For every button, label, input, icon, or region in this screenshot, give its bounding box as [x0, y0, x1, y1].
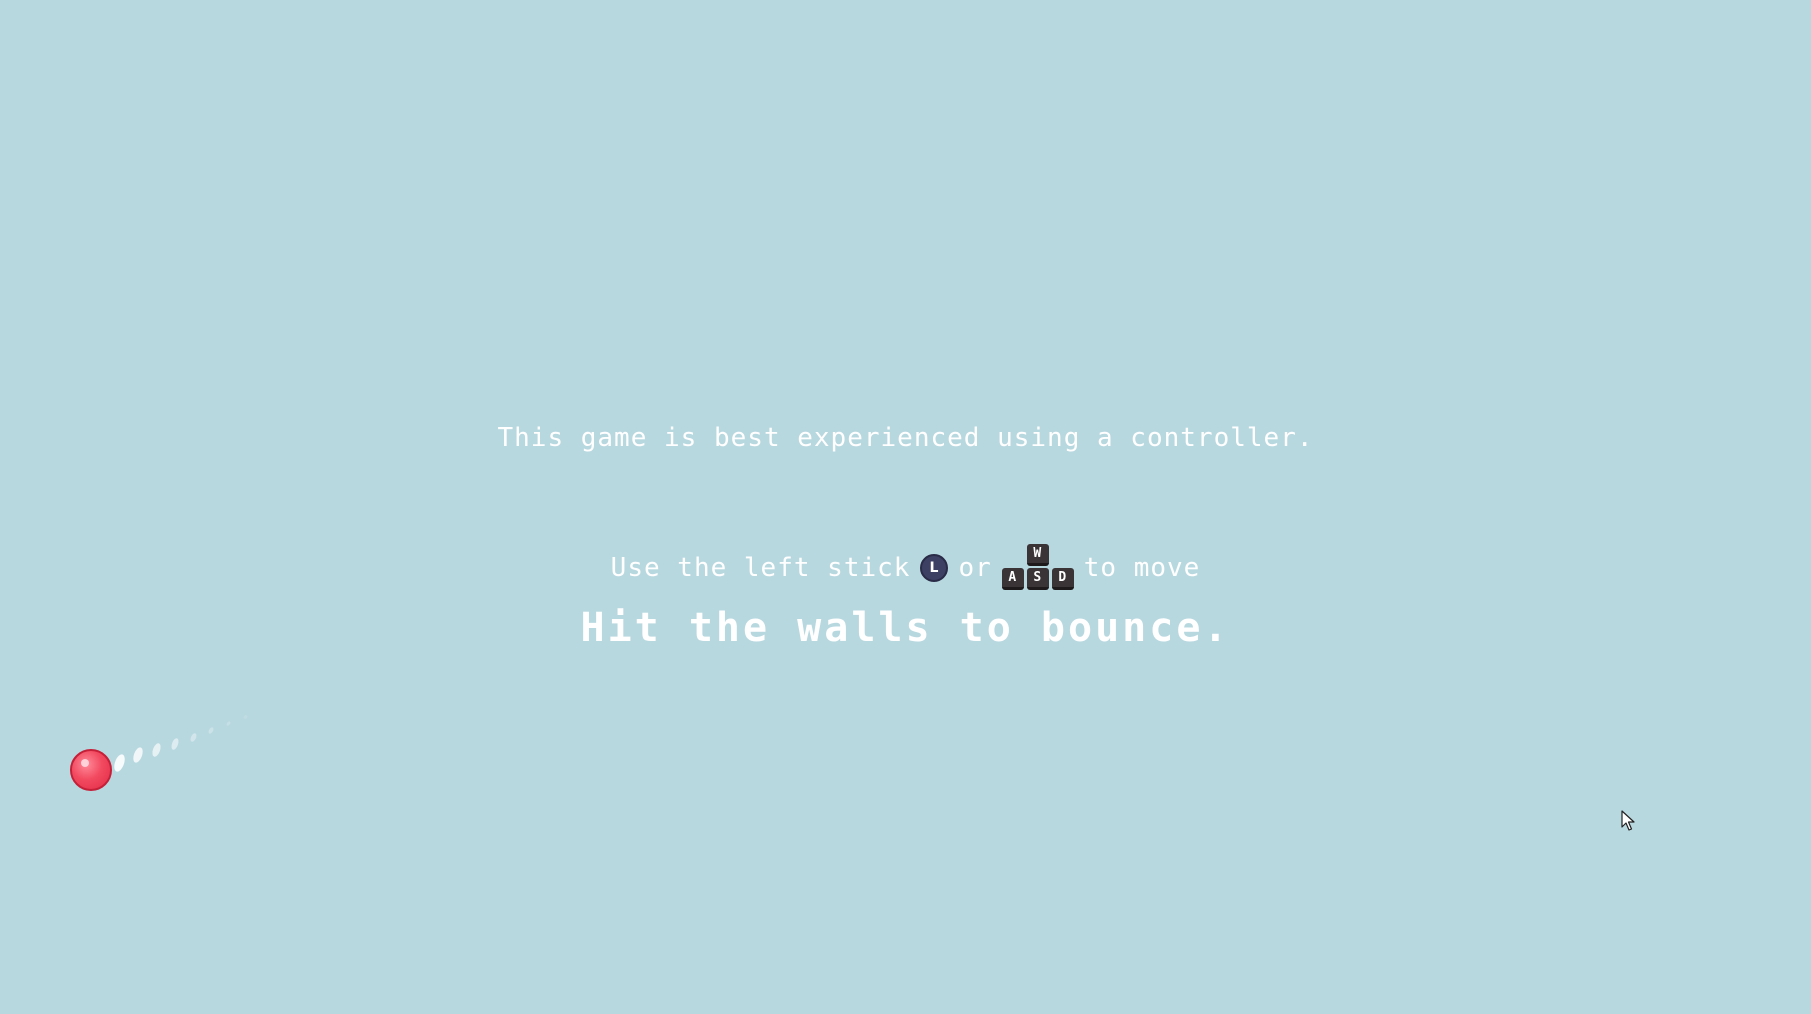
mouse-cursor-icon	[1621, 810, 1635, 831]
ball-trail-dot	[131, 746, 145, 764]
ball-trail-dot	[170, 737, 180, 751]
key-s-icon: S	[1026, 568, 1049, 590]
move-hint: Use the left stick L or W A S D to move	[0, 543, 1811, 593]
key-d-icon: D	[1051, 568, 1074, 590]
ball-trail-dot	[243, 714, 248, 720]
ball-trail-dot	[112, 753, 127, 773]
ball-trail-dot	[189, 732, 198, 743]
move-hint-prefix: Use the left stick	[610, 553, 911, 583]
ball-highlight	[81, 759, 89, 767]
player-ball	[70, 749, 112, 791]
wasd-keys-icon: W A S D	[1001, 544, 1074, 592]
game-canvas[interactable]: This game is best experienced using a co…	[0, 0, 1811, 1014]
key-w-icon: W	[1026, 544, 1049, 566]
ball-trail-dot	[207, 726, 215, 735]
ball-trail-dot	[225, 720, 232, 727]
move-hint-or: or	[958, 553, 992, 583]
key-a-icon: A	[1001, 568, 1024, 590]
controller-hint: This game is best experienced using a co…	[497, 423, 1314, 453]
move-hint-suffix: to move	[1083, 553, 1201, 583]
ball-trail-dot	[150, 742, 163, 758]
left-stick-letter: L	[929, 560, 940, 576]
left-stick-icon: L	[920, 554, 949, 582]
bounce-hint: Hit the walls to bounce.	[580, 605, 1231, 651]
